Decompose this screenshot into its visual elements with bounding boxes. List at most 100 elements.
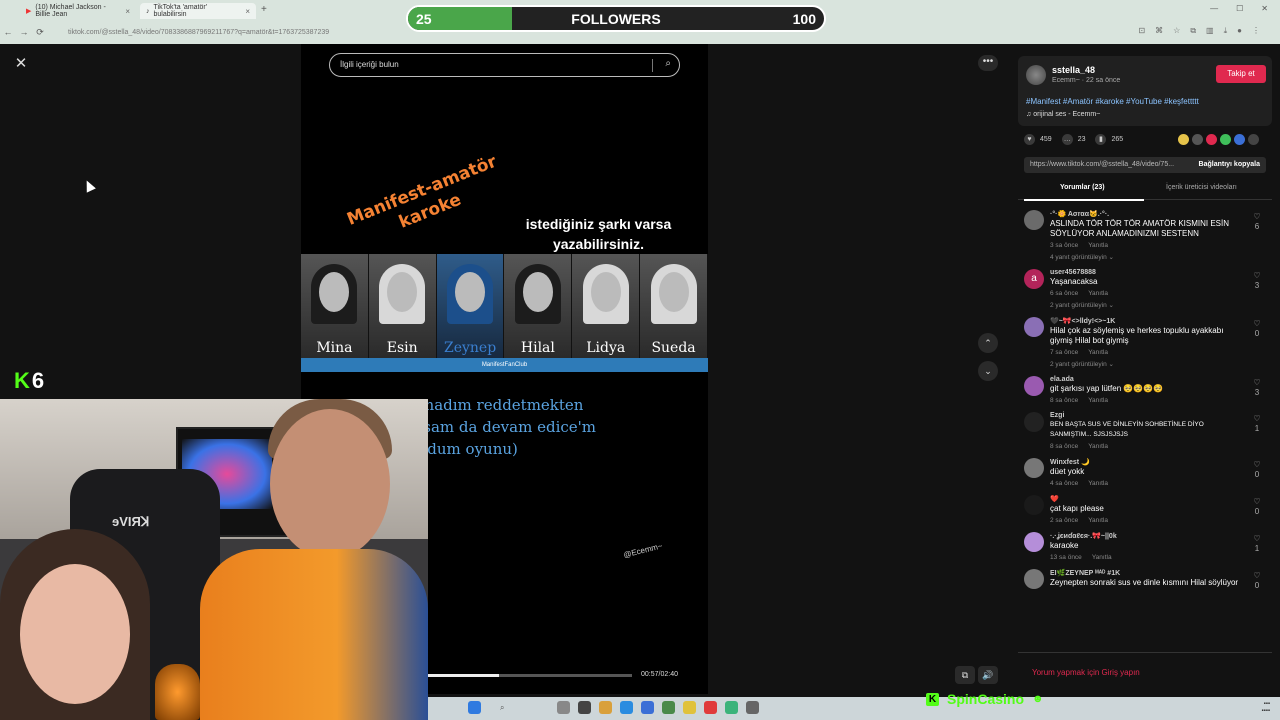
new-tab-button[interactable]: +: [261, 4, 267, 15]
minimize-icon[interactable]: —: [1210, 4, 1218, 13]
url-field[interactable]: tiktok.com/@sstella_48/video/70833868879…: [68, 29, 329, 36]
download-icon[interactable]: ⤓: [1224, 26, 1228, 36]
search-icon[interactable]: ⌕: [500, 703, 504, 713]
comment-avatar[interactable]: [1024, 569, 1044, 589]
comment-username[interactable]: ·.·ʝєиɗαℓєя·.🎀~||0k: [1050, 532, 1246, 540]
extensions-icon[interactable]: ⧉: [1190, 26, 1196, 36]
star-icon[interactable]: ☆: [1173, 26, 1180, 36]
browser-tab-youtube[interactable]: ▶ (10) Michael Jackson - Billie Jean ×: [20, 3, 136, 19]
reply-link[interactable]: Yanıtla: [1088, 242, 1108, 249]
avatar[interactable]: [1026, 65, 1046, 85]
close-tab-icon[interactable]: ×: [125, 7, 130, 16]
comment-username[interactable]: ·°·🌼 Ασrαα🐱.·°·.: [1050, 210, 1246, 218]
whatsapp-icon[interactable]: [1220, 134, 1231, 145]
comment-like[interactable]: ♡ 0: [1250, 571, 1264, 591]
back-icon[interactable]: ←: [0, 27, 16, 37]
heart-outline-icon: ♡: [1253, 319, 1261, 328]
close-window-icon[interactable]: ✕: [1261, 4, 1268, 13]
tab-comments[interactable]: Yorumlar (23): [1060, 184, 1105, 191]
search-box[interactable]: [489, 701, 549, 714]
comment-avatar[interactable]: [1024, 210, 1044, 230]
app-icon[interactable]: [746, 701, 759, 714]
app-icon[interactable]: [725, 701, 738, 714]
comment-like[interactable]: ♡ 0: [1250, 460, 1264, 480]
folder-icon[interactable]: [599, 701, 612, 714]
post-link[interactable]: https://www.tiktok.com/@sstella_48/video…: [1030, 161, 1174, 168]
more-options-icon[interactable]: •••: [978, 55, 998, 71]
close-tab-icon[interactable]: ×: [245, 7, 250, 16]
comment-username[interactable]: Ezgi: [1050, 412, 1246, 419]
comment-avatar[interactable]: [1024, 495, 1044, 515]
comment-like[interactable]: ♡ 6: [1250, 212, 1264, 232]
post-hashtags[interactable]: #Manifest #Amatör #karoke #YouTube #keşf…: [1026, 97, 1199, 106]
edge-icon[interactable]: [620, 701, 633, 714]
save-stat[interactable]: ▮ 265: [1095, 134, 1123, 145]
install-icon[interactable]: ⊡: [1138, 26, 1145, 36]
floating-player-icon[interactable]: ⧉: [955, 666, 975, 684]
start-icon[interactable]: [468, 701, 481, 714]
tab-creator-videos[interactable]: İçerik üreticisi videoları: [1166, 184, 1237, 191]
comment-avatar[interactable]: [1024, 412, 1044, 432]
post-sound[interactable]: ♫ orijinal ses - Ecemm~: [1026, 111, 1100, 118]
app-icon[interactable]: [578, 701, 591, 714]
volume-icon[interactable]: 🔊: [978, 666, 998, 684]
view-replies-link[interactable]: 2 yanıt görüntüleyin ⌄: [1050, 301, 1246, 309]
comment-username[interactable]: 🖤~🎀<>lldy!<>~1K: [1050, 317, 1246, 325]
comment-like[interactable]: ♡ 0: [1250, 497, 1264, 517]
reply-link[interactable]: Yanıtla: [1088, 443, 1108, 450]
reply-link[interactable]: Yanıtla: [1088, 349, 1108, 356]
comment-like[interactable]: ♡ 1: [1250, 414, 1264, 434]
comment-username[interactable]: ❤️: [1050, 495, 1246, 503]
reply-link[interactable]: Yanıtla: [1088, 480, 1108, 487]
reply-link[interactable]: Yanıtla: [1088, 290, 1108, 297]
comment-like[interactable]: ♡ 0: [1250, 319, 1264, 339]
comment-username[interactable]: user45678888: [1050, 269, 1246, 276]
split-icon[interactable]: ▥: [1206, 26, 1214, 36]
maximize-icon[interactable]: ☐: [1236, 4, 1243, 13]
reply-link[interactable]: Yanıtla: [1092, 554, 1112, 561]
comment-like[interactable]: ♡ 3: [1250, 271, 1264, 291]
embed-icon[interactable]: [1192, 134, 1203, 145]
like-stat[interactable]: ♥ 459: [1024, 134, 1052, 145]
reply-link[interactable]: Yanıtla: [1088, 397, 1108, 404]
follow-button[interactable]: Takip et: [1216, 65, 1266, 83]
chrome-icon[interactable]: [683, 701, 696, 714]
profile-icon[interactable]: ●: [1237, 26, 1242, 36]
comment-username[interactable]: EI🌿ZEYNEP ᴹᴬᴰ #1K: [1050, 569, 1246, 577]
comment-username[interactable]: Winxfest 🌙: [1050, 458, 1246, 466]
opera-icon[interactable]: [704, 701, 717, 714]
share-more-icon[interactable]: [1248, 134, 1259, 145]
comment-avatar[interactable]: a: [1024, 269, 1044, 289]
menu-icon[interactable]: ⋮: [1252, 26, 1260, 36]
close-video-button[interactable]: ✕: [12, 55, 30, 73]
reply-link[interactable]: Yanıtla: [1088, 517, 1108, 524]
comment-avatar[interactable]: [1024, 376, 1044, 396]
app-icon[interactable]: [557, 701, 570, 714]
author-username[interactable]: sstella_48: [1052, 65, 1095, 75]
login-to-comment-link[interactable]: Yorum yapmak için Giriş yapın: [1032, 668, 1140, 677]
comment-username[interactable]: ela.ada: [1050, 376, 1246, 383]
app-icon[interactable]: [641, 701, 654, 714]
next-video-button[interactable]: ⌄: [978, 361, 998, 381]
comment-like[interactable]: ♡ 3: [1250, 378, 1264, 398]
comment-avatar[interactable]: [1024, 317, 1044, 337]
send-icon[interactable]: [1206, 134, 1217, 145]
related-search-input[interactable]: İlgili içeriği bulun ⌕: [329, 53, 680, 77]
view-replies-link[interactable]: 2 yanıt görüntüleyin ⌄: [1050, 360, 1246, 368]
comment-avatar[interactable]: [1024, 458, 1044, 478]
translate-icon[interactable]: ⌘: [1155, 26, 1163, 36]
view-replies-link[interactable]: 4 yanıt görüntüleyin ⌄: [1050, 253, 1246, 261]
video-progress-bar[interactable]: [427, 674, 632, 677]
comment-like[interactable]: ♡ 1: [1250, 534, 1264, 554]
forward-icon[interactable]: →: [16, 27, 32, 37]
search-icon[interactable]: ⌕: [665, 58, 671, 69]
previous-video-button[interactable]: ⌃: [978, 333, 998, 353]
browser-tab-tiktok[interactable]: ♪ TikTok'ta 'amatör' bulabilirsin ×: [140, 3, 256, 19]
facebook-icon[interactable]: [1234, 134, 1245, 145]
comment-stat[interactable]: … 23: [1061, 134, 1085, 145]
comment-avatar[interactable]: [1024, 532, 1044, 552]
repost-icon[interactable]: [1178, 134, 1189, 145]
copy-link-button[interactable]: Bağlantıyı kopyala: [1199, 157, 1260, 173]
reload-icon[interactable]: ⟳: [32, 27, 48, 38]
app-icon[interactable]: [662, 701, 675, 714]
